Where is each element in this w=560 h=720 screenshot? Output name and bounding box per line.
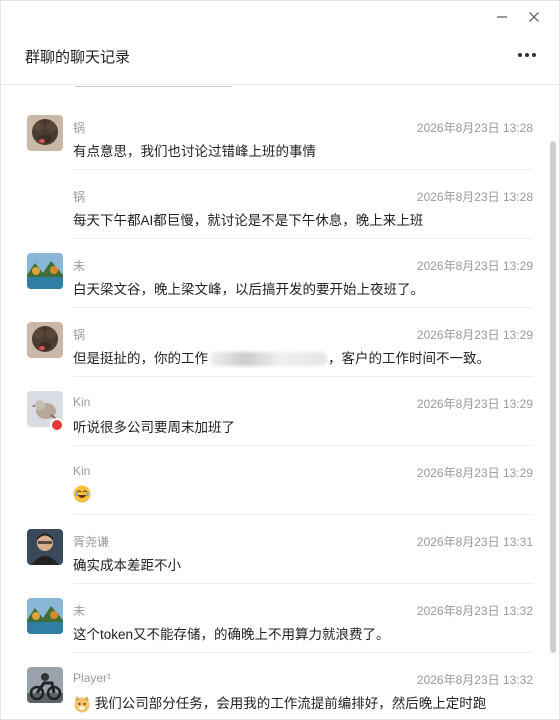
sender-name: 未	[73, 259, 86, 273]
header: 群聊的聊天记录	[1, 31, 560, 85]
sender-name: Player¹	[73, 671, 112, 685]
message-text: 每天下午都AI都巨慢，就讨论是不是下午休息，晚上来上班	[73, 213, 424, 228]
message-text: 有点意思，我们也讨论过错峰上班的事情	[73, 144, 316, 159]
timestamp: 2026年8月23日 13:32	[416, 673, 533, 687]
message-text-body: 我们公司部分任务，会用我的工作流提前编排好，然后晚上定时跑	[94, 696, 487, 711]
scrollbar[interactable]	[550, 141, 556, 653]
dog-emoji-icon	[73, 695, 91, 713]
sender-name: 锅	[73, 121, 86, 135]
message-item[interactable]: 锅 2026年8月23日 13:28 每天下午都AI都巨慢，就讨论是不是下午休息…	[1, 170, 549, 239]
message-text: 白天梁文谷，晚上梁文峰，以后搞开发的要开始上夜班了。	[73, 282, 424, 297]
sender-name: 锅	[73, 328, 86, 342]
timestamp: 2026年8月23日 13:29	[416, 397, 533, 411]
timestamp: 2026年8月23日 13:31	[416, 535, 533, 549]
redacted-text	[209, 352, 327, 367]
message-item[interactable]: 未 2026年8月23日 13:32 这个token又不能存储，的确晚上不用算力…	[1, 584, 549, 653]
message-item[interactable]: 未 2026年8月23日 13:29 白天梁文谷，晚上梁文峰，以后搞开发的要开始…	[1, 239, 549, 308]
message-text: 但是挺扯的，你的工作 ，客户的工作时间不一致。	[73, 347, 490, 367]
close-icon[interactable]	[521, 5, 547, 29]
message-list[interactable]: 锅 2026年8月23日 13:28 有点意思，我们也讨论过错峰上班的事情 锅 …	[1, 101, 549, 720]
message-text: 这个token又不能存储，的确晚上不用算力就浪费了。	[73, 627, 390, 642]
chat-history-window: 群聊的聊天记录 锅 2026年8月23日 13:28 有点意思，我们也讨论过错峰…	[0, 0, 560, 720]
message-item[interactable]: Kin 2026年8月23日 13:29 听说很多公司要周末加班了	[1, 377, 549, 446]
message-text-start: 但是挺扯的，你的工作	[73, 351, 208, 366]
message-item[interactable]: Player¹ 2026年8月23日 13:32 我们公司部分任务，会用我的工作…	[1, 653, 549, 720]
landscape-avatar[interactable]	[27, 253, 63, 289]
timestamp: 2026年8月23日 13:32	[416, 604, 533, 618]
timestamp: 2026年8月23日 13:29	[416, 259, 533, 273]
timestamp: 2026年8月23日 13:29	[416, 328, 533, 342]
more-icon[interactable]	[515, 45, 539, 65]
message-text: 我们公司部分任务，会用我的工作流提前编排好，然后晚上定时跑	[73, 692, 486, 713]
message-item[interactable]: 胥尧谦 2026年8月23日 13:31 确实成本差距不小	[1, 515, 549, 584]
timestamp: 2026年8月23日 13:29	[416, 466, 533, 480]
sender-name: 锅	[73, 190, 86, 204]
message-item[interactable]: 锅 2026年8月23日 13:28 有点意思，我们也讨论过错峰上班的事情	[1, 101, 549, 170]
window-controls	[489, 5, 547, 29]
message-text	[73, 485, 91, 503]
status-badge	[50, 418, 64, 432]
timestamp: 2026年8月23日 13:28	[416, 121, 533, 135]
person-avatar[interactable]	[27, 529, 63, 565]
message-item[interactable]: 锅 2026年8月23日 13:29 但是挺扯的，你的工作 ，客户的工作时间不一致…	[1, 308, 549, 377]
motorbike-avatar[interactable]	[27, 667, 63, 703]
dog-avatar[interactable]	[27, 322, 63, 358]
sender-name: Kin	[73, 395, 91, 409]
message-text: 确实成本差距不小	[73, 558, 181, 573]
laughing-emoji-icon	[73, 485, 91, 503]
page-title: 群聊的聊天记录	[25, 49, 131, 66]
message-text: 听说很多公司要周末加班了	[73, 420, 235, 435]
message-item[interactable]: Kin 2026年8月23日 13:29	[1, 446, 549, 515]
sender-name: 未	[73, 604, 86, 618]
minimize-icon[interactable]	[489, 5, 515, 29]
timestamp: 2026年8月23日 13:28	[416, 190, 533, 204]
dog-avatar[interactable]	[27, 115, 63, 151]
message-text-end: ，客户的工作时间不一致。	[328, 351, 490, 366]
sender-name: 胥尧谦	[73, 535, 110, 549]
landscape-avatar[interactable]	[27, 598, 63, 634]
scroll-divider	[75, 86, 232, 87]
sender-name: Kin	[73, 464, 91, 478]
